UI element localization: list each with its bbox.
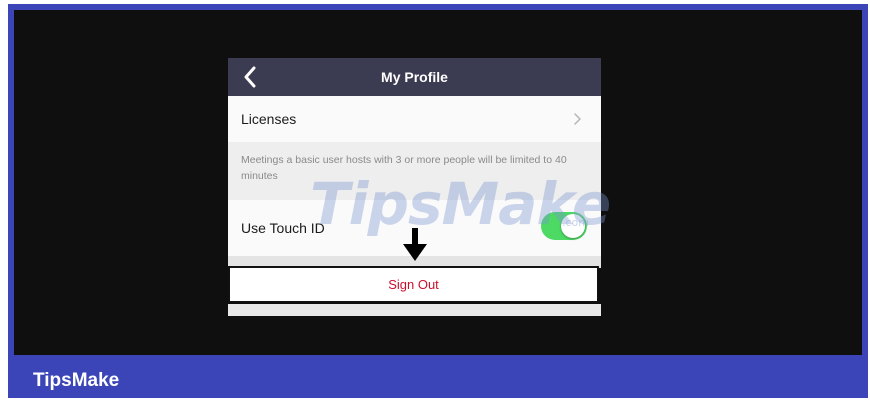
brand-name: TipsMake xyxy=(33,370,120,391)
bottom-strip xyxy=(228,304,601,316)
touch-id-label: Use Touch ID xyxy=(241,220,325,236)
sign-out-button[interactable]: Sign Out xyxy=(228,266,599,303)
licenses-note-text: Meetings a basic user hosts with 3 or mo… xyxy=(241,154,567,182)
licenses-note: Meetings a basic user hosts with 3 or mo… xyxy=(228,142,601,200)
touch-id-toggle[interactable] xyxy=(541,212,587,240)
chevron-right-icon xyxy=(574,113,581,125)
nav-bar: My Profile xyxy=(228,58,601,96)
chevron-left-icon xyxy=(244,66,256,88)
down-arrow-icon xyxy=(403,228,427,261)
licenses-row[interactable]: Licenses xyxy=(228,96,601,142)
sign-out-label: Sign Out xyxy=(388,277,439,292)
licenses-label: Licenses xyxy=(241,111,297,127)
page-title: My Profile xyxy=(381,69,448,85)
back-button[interactable] xyxy=(238,64,262,90)
toggle-knob xyxy=(561,214,585,238)
